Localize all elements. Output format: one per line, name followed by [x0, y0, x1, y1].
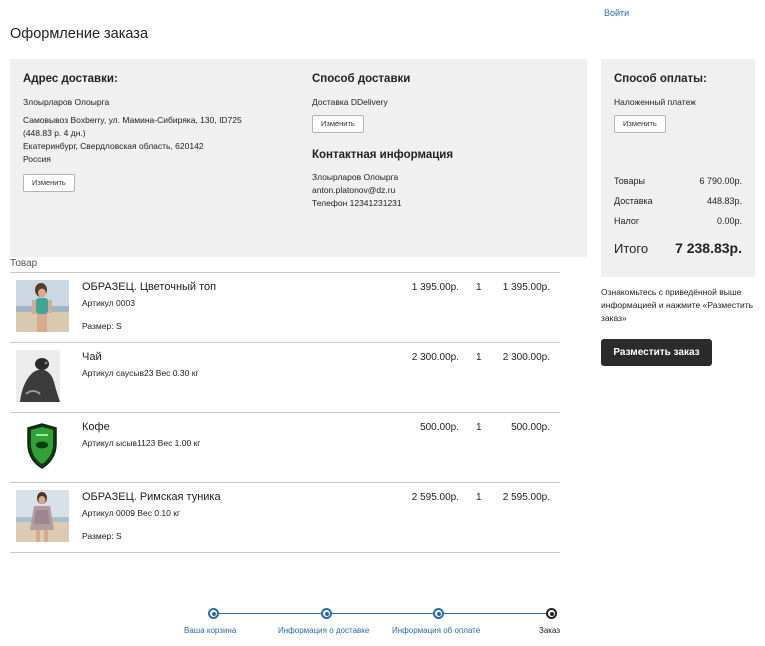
step-dot-payment[interactable]	[433, 608, 444, 619]
seal-bw-image	[16, 350, 60, 402]
item-name[interactable]: Чай	[82, 351, 102, 363]
product-thumbnail[interactable]	[16, 420, 69, 472]
step-payment[interactable]: Информация об оплате	[392, 626, 480, 635]
payment-panel: Способ оплаты: Наложенный платеж Изменит…	[601, 59, 755, 277]
item-price: 500.00р.	[420, 422, 459, 433]
order-items-list: ОБРАЗЕЦ. Цветочный топ Артикул 0003 Разм…	[10, 272, 560, 553]
item-total: 1 395.00р.	[502, 282, 550, 293]
page-title: Оформление заказа	[10, 26, 149, 42]
item-qty: 1	[476, 492, 482, 503]
item-total: 2 300.00р.	[502, 352, 550, 363]
item-name[interactable]: ОБРАЗЕЦ. Римская туника	[82, 491, 221, 503]
shipping-info-panel: Адрес доставки: Злоырларов Олоырга Самов…	[10, 59, 587, 257]
item-qty: 1	[476, 422, 482, 433]
goods-value: 6 790.00р.	[699, 176, 742, 186]
step-dot-delivery[interactable]	[321, 608, 332, 619]
contact-name: Злоырларов Олоырга	[312, 172, 399, 182]
total-label: Итого	[614, 241, 649, 256]
step-cart[interactable]: Ваша корзина	[184, 626, 236, 635]
item-size: Размер: S	[82, 531, 122, 541]
step-dot-order	[546, 608, 557, 619]
step-delivery[interactable]: Информация о доставке	[278, 626, 369, 635]
delivery-title: Способ доставки	[312, 73, 411, 85]
delivery-method: Доставка DDelivery	[312, 97, 388, 107]
item-name[interactable]: ОБРАЗЕЦ. Цветочный топ	[82, 281, 216, 293]
payment-title: Способ оплаты:	[614, 73, 707, 85]
item-total: 500.00р.	[511, 422, 550, 433]
contact-title: Контактная информация	[312, 149, 454, 161]
order-item: ОБРАЗЕЦ. Римская туника Артикул 0009 Вес…	[10, 482, 560, 552]
green-shield-image	[16, 420, 69, 472]
step-order: Заказ	[539, 626, 560, 635]
progress-line	[213, 613, 551, 614]
address-line-1: Самовывоз Boxberry, ул. Мамина-Сибиряка,…	[23, 115, 242, 125]
shipping-label: Доставка	[614, 196, 653, 206]
product-thumbnail[interactable]	[16, 280, 69, 332]
tax-value: 0.00р.	[716, 216, 742, 226]
order-item: Кофе Артикул ысыв1123 Вес 1.00 кг 500.00…	[10, 412, 560, 482]
address-line-4: Россия	[23, 154, 51, 164]
order-item: ОБРАЗЕЦ. Цветочный топ Артикул 0003 Разм…	[10, 272, 560, 342]
address-title: Адрес доставки:	[23, 73, 118, 85]
product-thumbnail[interactable]	[16, 490, 69, 542]
item-sku: Артикул ысыв1123 Вес 1.00 кг	[82, 438, 201, 448]
item-price: 2 595.00р.	[411, 492, 459, 503]
place-order-button[interactable]: Разместить заказ	[601, 339, 712, 366]
order-item: Чай Артикул саусыв23 Вес 0.30 кг 2 300.0…	[10, 342, 560, 412]
step-dot-cart[interactable]	[208, 608, 219, 619]
payment-method: Наложенный платеж	[614, 97, 696, 107]
goods-label: Товары	[614, 176, 645, 186]
total-value: 7 238.83р.	[675, 240, 742, 256]
tax-label: Налог	[614, 216, 640, 226]
items-column-header: Товар	[10, 258, 38, 269]
product-thumbnail[interactable]	[16, 350, 60, 402]
item-name[interactable]: Кофе	[82, 421, 110, 433]
item-sku: Артикул саусыв23 Вес 0.30 кг	[82, 368, 199, 378]
address-name: Злоырларов Олоырга	[23, 97, 110, 107]
item-total: 2 595.00р.	[502, 492, 550, 503]
edit-delivery-button[interactable]: Изменить	[312, 115, 364, 133]
confirmation-notice: Ознакомьтесь с приведённой выше информац…	[601, 287, 754, 323]
woman-beach-top-image	[16, 280, 69, 332]
items-divider	[10, 552, 560, 553]
item-size: Размер: S	[82, 321, 122, 331]
address-line-2: (448.83 р. 4 дн.)	[23, 128, 86, 138]
item-price: 2 300.00р.	[411, 352, 459, 363]
edit-payment-button[interactable]: Изменить	[614, 115, 666, 133]
item-sku: Артикул 0003	[82, 298, 135, 308]
contact-phone: Телефон 12341231231	[312, 198, 402, 208]
item-price: 1 395.00р.	[411, 282, 459, 293]
contact-email: anton.platonov@dz.ru	[312, 185, 396, 195]
shipping-value: 448.83р.	[706, 196, 742, 206]
item-qty: 1	[476, 282, 482, 293]
edit-address-button[interactable]: Изменить	[23, 174, 75, 192]
address-line-3: Екатеринбург, Свердловская область, 6201…	[23, 141, 204, 151]
woman-beach-tunic-image	[16, 490, 69, 542]
item-qty: 1	[476, 352, 482, 363]
item-sku: Артикул 0009 Вес 0.10 кг	[82, 508, 181, 518]
login-link[interactable]: Войти	[604, 8, 629, 18]
checkout-progress: Ваша корзина Информация о доставке Инфор…	[180, 607, 580, 637]
